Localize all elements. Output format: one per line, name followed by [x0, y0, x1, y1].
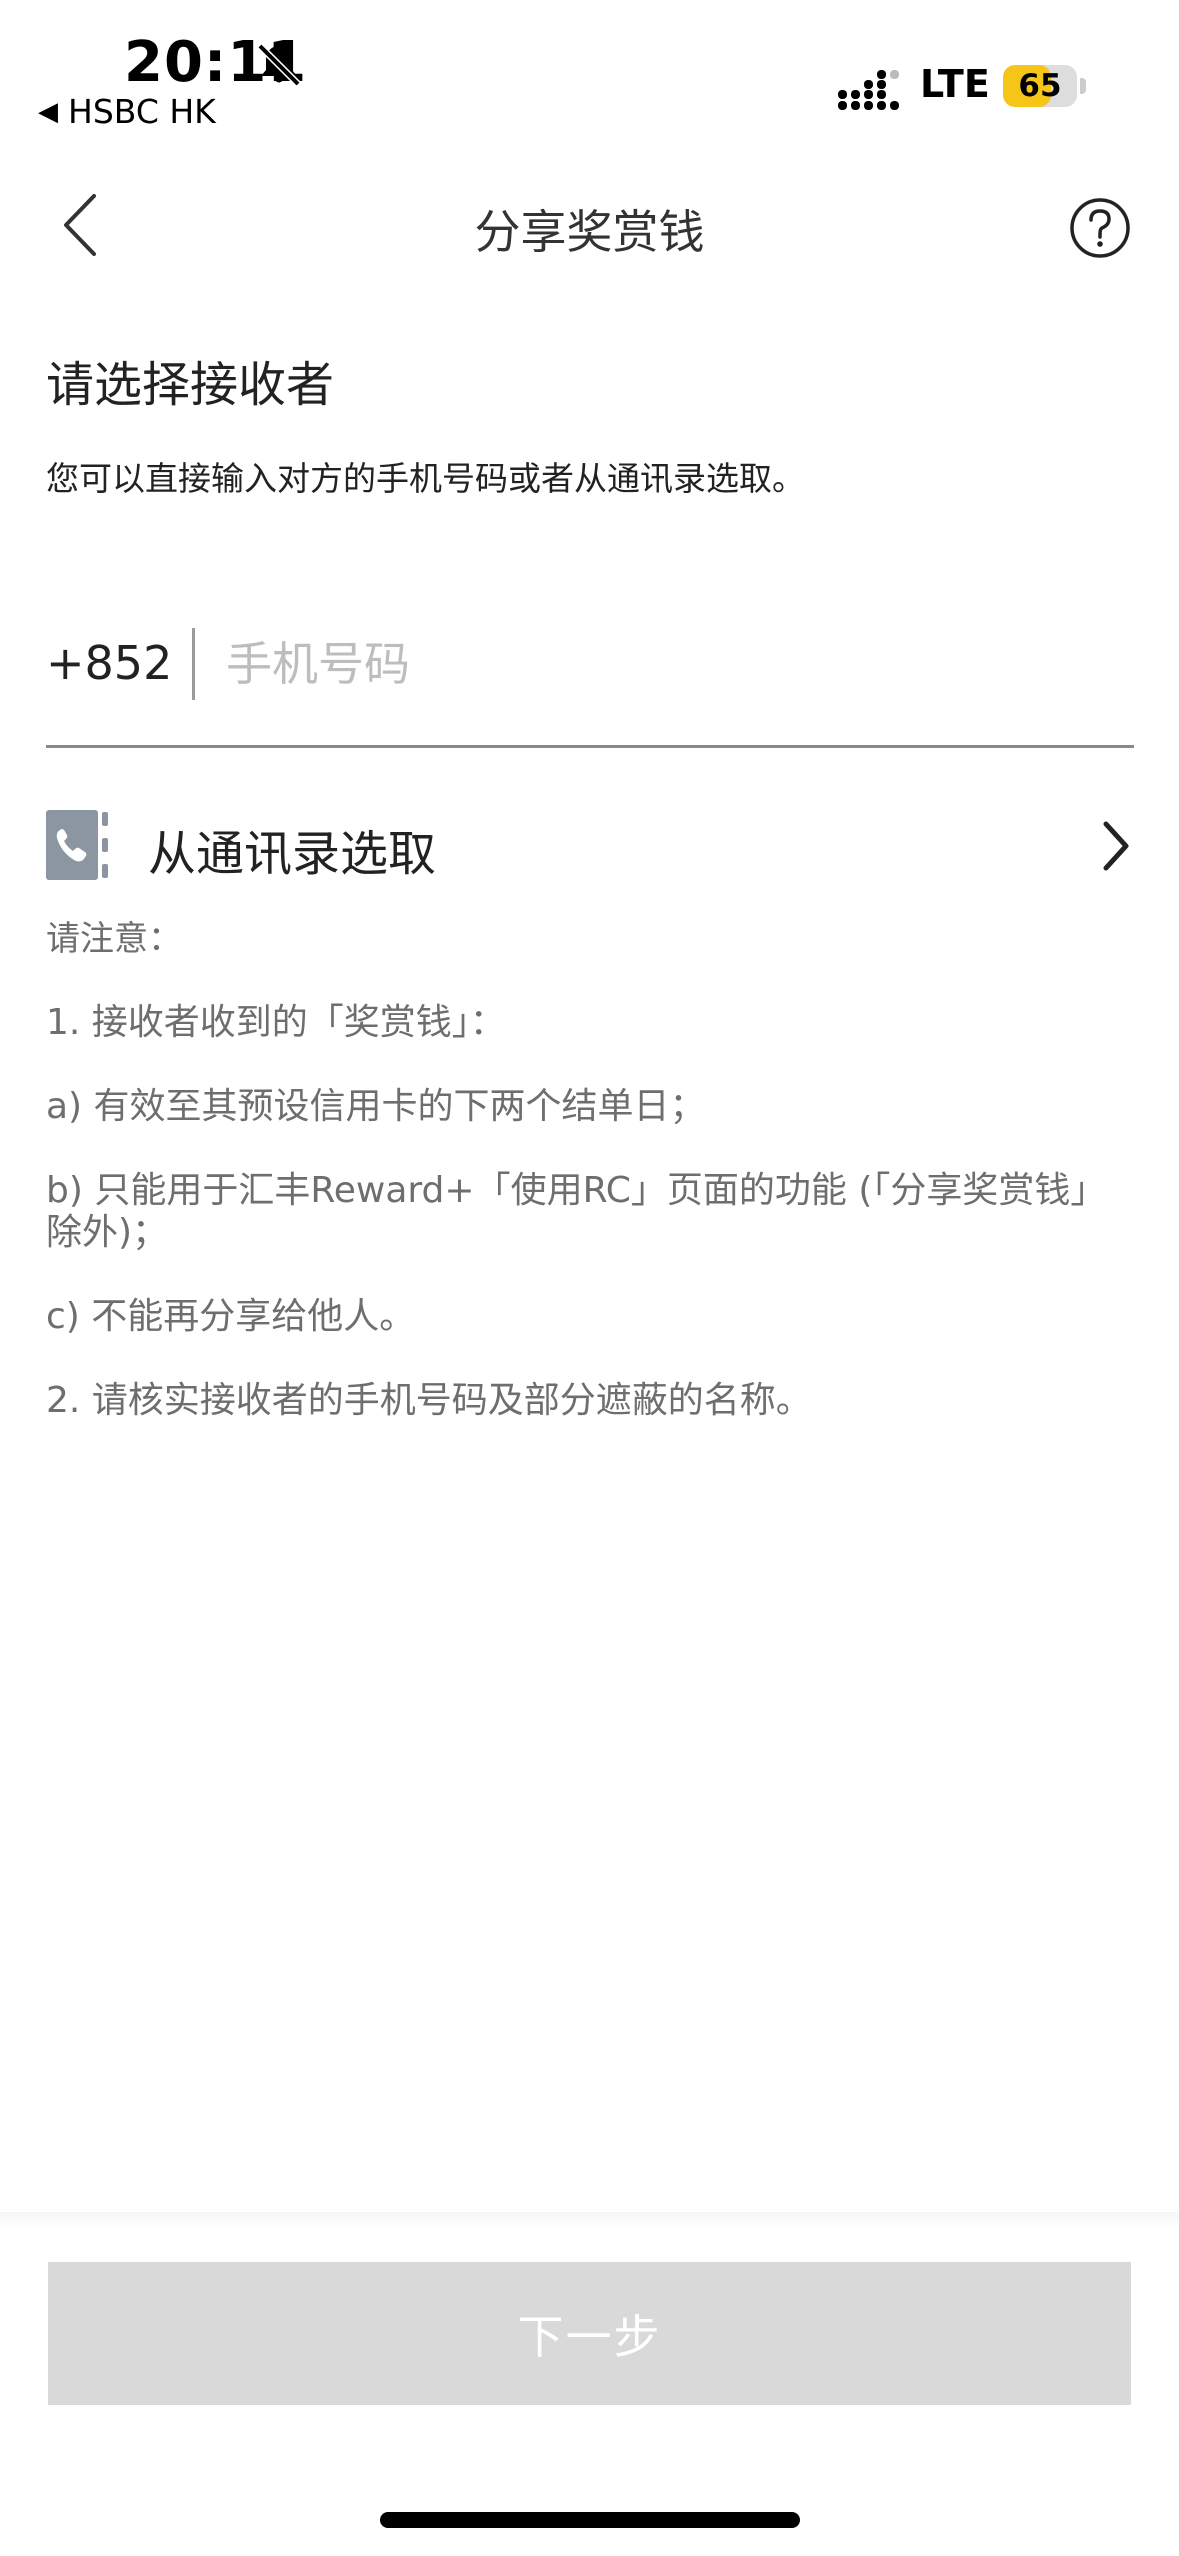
- footer-divider: [0, 2212, 1179, 2228]
- note-item: 2. 请核实接收者的手机号码及部分遮蔽的名称。: [46, 1380, 812, 1421]
- note-item: b) 只能用于汇丰Reward+「使用RC」页面的功能 (「分享奖赏钱」除外)；: [46, 1170, 1107, 1253]
- battery-indicator: 65: [1003, 65, 1077, 107]
- section-description: 您可以直接输入对方的手机号码或者从通讯录选取。: [46, 459, 805, 498]
- back-to-app-link[interactable]: ◀ HSBC HK: [38, 92, 216, 131]
- home-indicator[interactable]: [380, 2512, 800, 2528]
- battery-tip: [1080, 78, 1086, 94]
- phone-number-input[interactable]: [226, 624, 1126, 704]
- contacts-label: 从通讯录选取: [148, 826, 437, 882]
- signal-icon: [838, 70, 899, 110]
- note-item: a) 有效至其预设信用卡的下两个结单日；: [46, 1086, 706, 1127]
- next-button[interactable]: 下一步: [48, 2262, 1131, 2405]
- back-app-label: HSBC HK: [68, 92, 216, 131]
- input-divider: [192, 628, 195, 700]
- country-code[interactable]: +852: [46, 636, 172, 690]
- input-underline: [46, 745, 1134, 748]
- note-item: 1. 接收者收到的「奖赏钱」：: [46, 1002, 506, 1043]
- contacts-book-icon: [46, 810, 108, 880]
- chevron-right-icon: [1103, 821, 1129, 871]
- question-circle-icon[interactable]: [1068, 196, 1132, 260]
- page-title: 分享奖赏钱: [474, 205, 705, 259]
- battery-level: 65: [1018, 68, 1062, 104]
- notes-section: 请注意： 1. 接收者收到的「奖赏钱」： a) 有效至其预设信用卡的下两个结单日…: [46, 918, 1134, 1464]
- section-heading: 请选择接收者: [46, 357, 335, 413]
- note-item: c) 不能再分享给他人。: [46, 1296, 416, 1337]
- network-type: LTE: [920, 62, 990, 106]
- back-triangle-icon: ◀: [38, 97, 58, 127]
- select-from-contacts-row[interactable]: 从通讯录选取: [46, 800, 1134, 890]
- notes-title: 请注意：: [46, 919, 182, 959]
- bell-slash-icon: [257, 43, 301, 87]
